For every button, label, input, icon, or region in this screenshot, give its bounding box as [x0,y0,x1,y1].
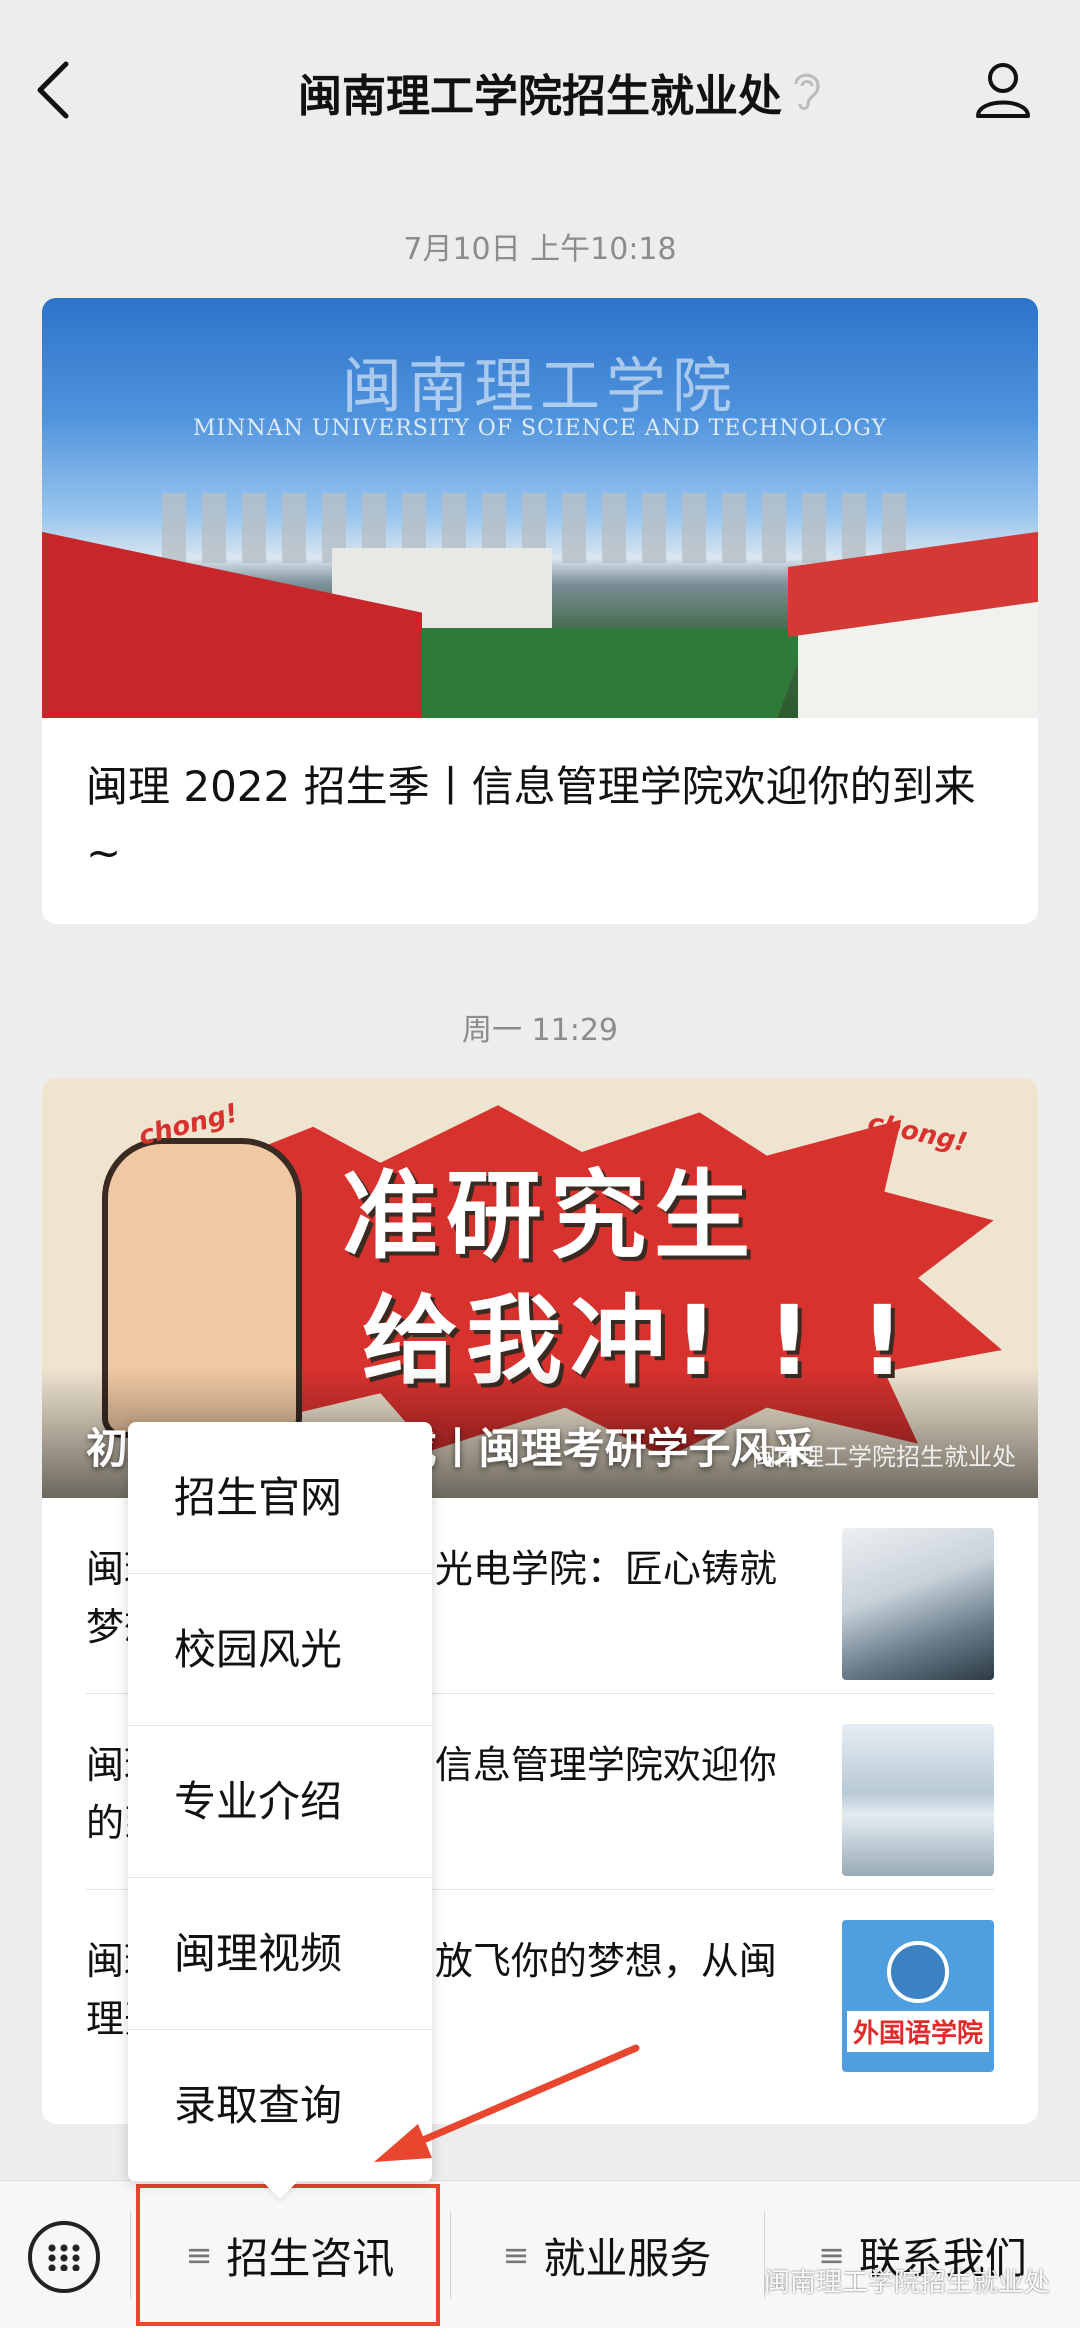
sports-field [353,628,811,718]
message-timestamp: 周一 11:29 [462,1013,618,1048]
article-cover-image: 闽南理工学院 MINNAN UNIVERSITY OF SCIENCE AND … [42,298,1038,718]
menu-item-videos[interactable]: 闽理视频 [128,1878,432,2030]
fist-illustration [102,1138,302,1438]
list-item-thumbnail [842,1528,994,1680]
top-bar: 闽南理工学院招生就业处 [0,0,1080,180]
keyboard-icon[interactable] [28,2221,100,2293]
tab-employment-services[interactable]: ≡ 就业服务 [451,2181,763,2328]
page-title: 闽南理工学院招生就业处 [298,71,782,122]
thumbnail-label: 外国语学院 [846,2010,989,2052]
cover-watermark: 闽南理工学院招生就业处 [752,1443,1016,1471]
tab-label: 就业服务 [543,2233,712,2283]
banner-school-english: MINNAN UNIVERSITY OF SCIENCE AND TECHNOL… [192,416,888,441]
message-timestamp: 7月10日 上午10:18 [403,232,677,267]
banner-headline: 给我冲! ! ! [362,1285,913,1397]
hamburger-icon: ≡ [502,2236,530,2274]
profile-icon[interactable] [972,58,1034,120]
tab-contact-us[interactable]: ≡ 联系我们 [765,2181,1080,2328]
menu-item-admissions-website[interactable]: 招生官网 [128,1422,432,1574]
menu-item-campus-scenery[interactable]: 校园风光 [128,1574,432,1726]
school-seal-icon [887,1940,949,2003]
highlight-box [136,2184,440,2326]
article-title: 闽理 2022 招生季丨信息管理学院欢迎你的到来~ [86,762,976,877]
banner-headline: 准研究生 [342,1160,758,1272]
list-item-thumbnail [842,1724,994,1876]
banner-school-name: 闽南理工学院 [342,352,738,422]
image-watermark: 闽南理工学院招生就业处 [763,2268,1050,2298]
article-card[interactable]: 闽南理工学院 MINNAN UNIVERSITY OF SCIENCE AND … [42,298,1038,924]
ear-icon [794,73,820,110]
annotation-arrow-icon [374,2044,640,2162]
list-item-thumbnail: 外国语学院 [842,1920,994,2072]
menu-item-majors[interactable]: 专业介绍 [128,1726,432,1878]
